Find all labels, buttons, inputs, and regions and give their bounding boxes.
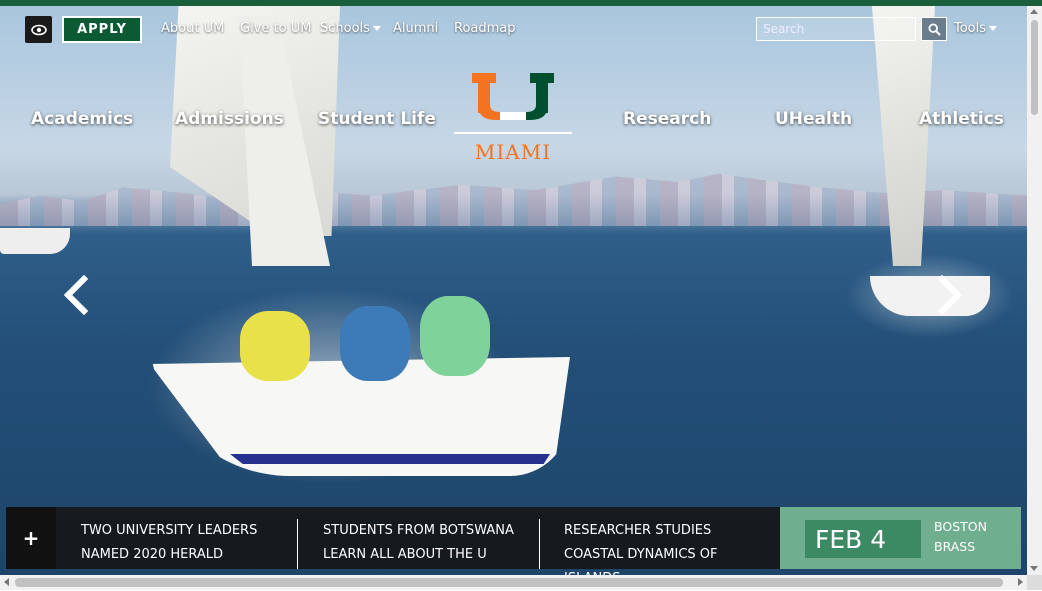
vertical-scroll-thumb[interactable] xyxy=(1031,20,1038,115)
news-story[interactable]: STUDENTS FROM BOTSWANA LEARN ALL ABOUT T… xyxy=(323,519,533,567)
roadmap-link[interactable]: Roadmap xyxy=(454,21,516,36)
event-title: BOSTON BRASS xyxy=(934,519,987,554)
chevron-right-icon[interactable] xyxy=(936,275,966,315)
scroll-down-icon[interactable] xyxy=(1030,566,1038,571)
scroll-up-icon[interactable] xyxy=(1030,9,1038,14)
nav-admissions[interactable]: Admissions xyxy=(175,109,284,129)
nav-athletics[interactable]: Athletics xyxy=(919,109,1004,129)
scrollbar-corner xyxy=(1027,575,1042,590)
about-um-link[interactable]: About UM xyxy=(161,21,224,36)
expand-ticker-button[interactable]: + xyxy=(6,507,56,569)
search-icon xyxy=(927,22,941,36)
chevron-left-icon[interactable] xyxy=(60,275,90,315)
nav-uhealth[interactable]: UHealth xyxy=(775,109,852,129)
give-to-um-link[interactable]: Give to UM xyxy=(240,21,311,36)
eye-icon xyxy=(30,24,47,35)
horizontal-scrollbar[interactable] xyxy=(0,575,1027,590)
scroll-right-icon[interactable] xyxy=(1018,578,1023,586)
search-button[interactable] xyxy=(921,17,947,41)
apply-button[interactable]: APPLY xyxy=(62,16,142,43)
tools-menu[interactable]: Tools xyxy=(954,21,998,36)
scroll-left-icon[interactable] xyxy=(4,578,9,586)
event-date: FEB 4 xyxy=(805,520,921,558)
tools-label: Tools xyxy=(954,21,987,36)
search-input[interactable] xyxy=(756,17,916,41)
horizontal-scroll-thumb[interactable] xyxy=(15,578,1003,587)
nav-academics[interactable]: Academics xyxy=(31,109,133,129)
alumni-link[interactable]: Alumni xyxy=(393,21,438,36)
schools-menu[interactable]: Schools xyxy=(320,21,381,36)
accessibility-eye-button[interactable] xyxy=(25,16,52,43)
news-ticker: + TWO UNIVERSITY LEADERS NAMED 2020 HERA… xyxy=(6,507,1021,586)
news-story[interactable]: TWO UNIVERSITY LEADERS NAMED 2020 HERALD xyxy=(81,519,291,567)
vertical-scrollbar[interactable] xyxy=(1027,6,1042,575)
caret-down-icon xyxy=(372,26,381,31)
event-card[interactable]: FEB 4 BOSTON BRASS xyxy=(780,507,1021,569)
ticker-divider xyxy=(539,519,540,569)
caret-down-icon xyxy=(989,26,998,31)
logo-wordmark: MIAMI xyxy=(474,140,552,164)
ticker-divider xyxy=(297,519,298,569)
nav-student-life[interactable]: Student Life xyxy=(318,109,436,129)
nav-research[interactable]: Research xyxy=(623,109,711,129)
schools-label: Schools xyxy=(320,21,370,36)
